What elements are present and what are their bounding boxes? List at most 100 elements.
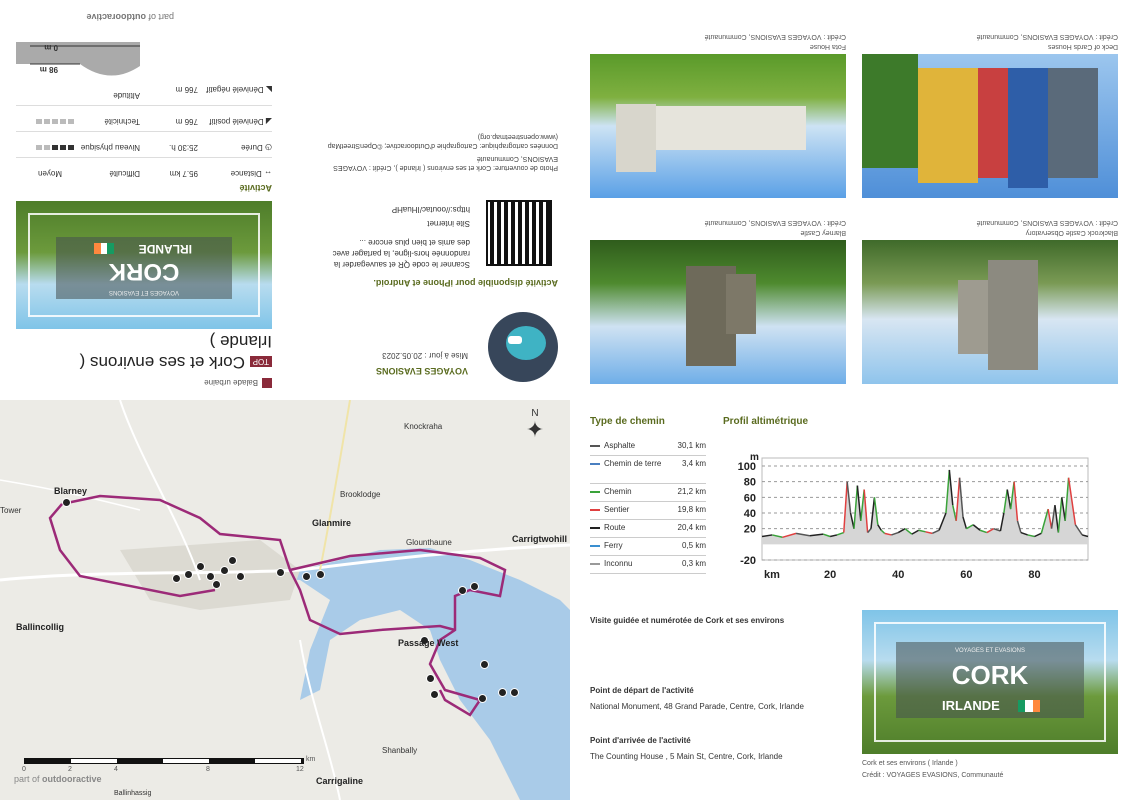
x-tick-label: 60 — [960, 569, 972, 581]
map-label-ballincollig: Ballincollig — [16, 622, 65, 632]
descent-row: ◣ Dénivelé négatif — [206, 85, 272, 94]
map-marker[interactable] — [316, 570, 325, 579]
guided-tour-title: Visite guidée et numérotée de Cork et se… — [590, 616, 785, 625]
photo-deck-of-cards[interactable] — [862, 54, 1118, 198]
map-marker[interactable] — [470, 582, 479, 591]
map-marker[interactable] — [62, 498, 71, 507]
y-tick-label: 20 — [744, 524, 756, 536]
path-type-row: Sentier 19,8 km — [590, 504, 706, 520]
ascent-value: 766 m — [175, 117, 198, 126]
photo-credit: Photo de couverture: Cork et ses environ… — [333, 155, 558, 171]
map-label-brooklodge: Brooklodge — [340, 490, 381, 499]
photo-deck-credit: Crédit : VOYAGES EVASIONS, Communauté — [976, 33, 1118, 40]
path-type-distance: 0,3 km — [681, 559, 706, 568]
cover-city: CORK — [108, 258, 180, 285]
difficulty-value: Moyen — [37, 169, 62, 178]
map-marker[interactable] — [184, 570, 193, 579]
path-type-swatch — [590, 527, 600, 529]
path-type-row: Ferry 0,5 km — [590, 540, 706, 556]
photo-blarney-caption: Blarney Castle — [800, 229, 846, 236]
map-marker[interactable] — [430, 690, 439, 699]
level-dot — [44, 119, 50, 124]
stats-grid: ↔ Distance 95.7 km Difficulté Moyen ◷ Du… — [16, 18, 272, 178]
site-url[interactable]: https://ooutac/IHuaHP — [392, 205, 470, 214]
path-type-distance: 3,4 km — [681, 459, 706, 468]
path-type-distance: 30,1 km — [677, 441, 706, 450]
altitude-label: Altitude — [113, 91, 140, 100]
map-marker[interactable] — [510, 688, 519, 697]
qr-code[interactable] — [486, 200, 552, 266]
app-heading: Activité disponible pour iPhone et Andro… — [373, 278, 558, 288]
map-marker[interactable] — [480, 660, 489, 669]
route-map[interactable]: Knockraha Blarney Brooklodge Tower Glanm… — [0, 400, 570, 800]
altitude-max: 98 m — [39, 65, 58, 74]
map-label-knockraha: Knockraha — [404, 422, 443, 431]
path-type-name: Route — [604, 523, 626, 532]
level-dot — [68, 145, 74, 150]
cover-thumbnail[interactable]: VOYAGES ET EVASIONS CORK IRLANDE — [862, 610, 1118, 754]
path-type-distance: 0,5 km — [681, 541, 706, 550]
distance-row: ↔ Distance — [230, 169, 272, 178]
map-marker[interactable] — [196, 562, 205, 571]
scale-bar — [24, 758, 304, 764]
map-label-passage-west: Passage West — [398, 638, 459, 648]
map-marker[interactable] — [276, 568, 285, 577]
map-canvas[interactable] — [0, 400, 570, 800]
map-label-shanbally: Shanbally — [382, 746, 418, 755]
map-marker[interactable] — [220, 566, 229, 575]
distance-value: 95.7 km — [169, 169, 198, 178]
ireland-flag-icon — [1018, 700, 1040, 712]
map-label-blarney: Blarney — [54, 486, 88, 496]
map-marker[interactable] — [498, 688, 507, 697]
end-heading: Point d'arrivée de l'activité — [590, 736, 691, 745]
cover-caption: Cork et ses environs ( Irlande ) — [862, 760, 958, 767]
path-type-name: Sentier — [604, 505, 630, 514]
photo-blackrock[interactable] — [862, 240, 1118, 384]
map-marker[interactable] — [172, 574, 181, 583]
map-marker[interactable] — [302, 572, 311, 581]
chart-frame — [761, 457, 1089, 561]
elevation-profile-chart: 10080604020-20m20 40 60 80km — [738, 452, 1089, 581]
map-label-ballinhassig: Ballinhassig — [114, 790, 152, 797]
activity-section-label: Activité — [239, 183, 272, 193]
cover-country: IRLANDE — [138, 242, 192, 256]
photo-blarney[interactable] — [590, 240, 846, 384]
descent-icon: ◣ — [265, 85, 272, 94]
map-label-tower: Tower — [0, 506, 22, 515]
map-marker[interactable] — [478, 694, 487, 703]
map-marker[interactable] — [212, 580, 221, 589]
x-tick-label: 80 — [1028, 569, 1040, 581]
map-marker[interactable] — [458, 586, 467, 595]
photo-fota-house[interactable] — [590, 54, 846, 198]
level-dot — [36, 145, 42, 150]
path-types-heading: Type de chemin — [590, 416, 665, 427]
map-marker[interactable] — [426, 674, 435, 683]
category: Balade urbaine — [12, 378, 272, 388]
update-date: Mise à jour : 20.05.2023 — [382, 351, 468, 360]
cover-thumbnail-country: IRLANDE — [942, 698, 1000, 713]
photo-deck-caption: Deck of Cards Houses — [1047, 43, 1118, 50]
airplane-icon — [508, 336, 522, 344]
path-type-swatch — [590, 545, 600, 547]
photo-fota-caption: Fota House — [809, 43, 846, 50]
descent-value: 766 m — [175, 85, 198, 94]
path-type-swatch — [590, 491, 600, 493]
difficulty-label: Difficulté — [109, 169, 140, 178]
qr-description: Scanner le code QR et sauvegarder la ran… — [332, 238, 470, 269]
y-tick-label: 60 — [744, 492, 756, 504]
map-marker[interactable] — [236, 572, 245, 581]
y-tick-label: -20 — [740, 555, 756, 567]
photo-fota-credit: Crédit : VOYAGES EVASIONS, Communauté — [704, 33, 846, 40]
path-type-distance: 21,2 km — [677, 487, 706, 496]
level-dot — [36, 119, 42, 124]
path-type-distance: 20,4 km — [677, 523, 706, 532]
cover-image: VOYAGES ET EVASIONS CORK IRLANDE — [16, 201, 272, 329]
ascent-row: ◢ Dénivelé positif — [209, 117, 272, 126]
level-dot — [44, 145, 50, 150]
path-type-swatch — [590, 563, 600, 565]
map-brand: part of outdooractive — [14, 774, 102, 784]
level-dot — [68, 119, 74, 124]
map-marker[interactable] — [228, 556, 237, 565]
path-type-row: Chemin de terre 3,4 km — [590, 458, 706, 484]
photo-gallery-panel: Blackrock Castle Observatory Crédit : VO… — [570, 0, 1140, 400]
